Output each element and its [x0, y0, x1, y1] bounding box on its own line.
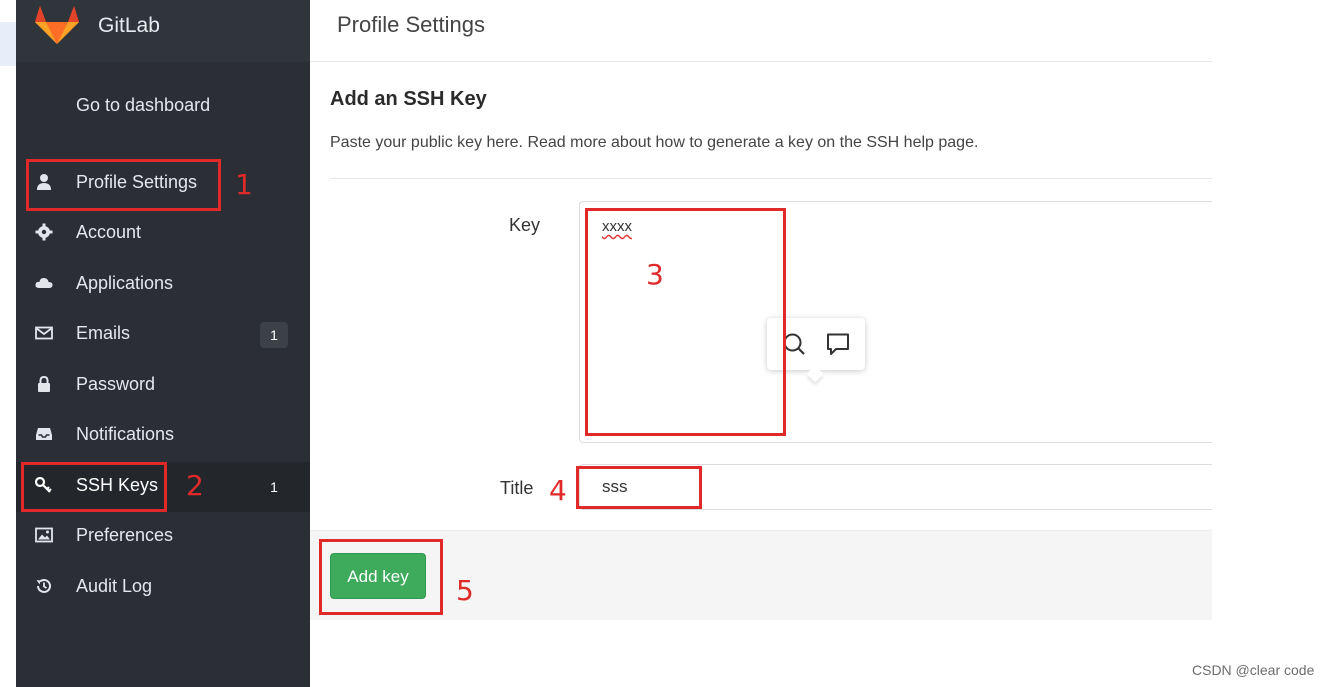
sidebar-item-label: Preferences: [76, 525, 174, 545]
title-field-label: Title: [500, 478, 534, 498]
gear-icon: [34, 223, 54, 243]
annotation-box-ssh-keys: [21, 462, 167, 512]
annotation-box-title-field: [576, 466, 702, 509]
annotation-number-1: 1: [235, 168, 253, 201]
annotation-number-4: 4: [549, 474, 567, 507]
left-edge-highlight: [0, 22, 16, 66]
sidebar-item-password[interactable]: Password: [16, 361, 310, 411]
sidebar-item-emails[interactable]: Emails 1: [16, 310, 310, 360]
annotation-number-5: 5: [456, 574, 474, 607]
history-icon: [34, 577, 54, 597]
app-name: GitLab: [98, 14, 160, 37]
sidebar-item-label: Emails: [76, 323, 131, 343]
watermark: CSDN @clear code: [1192, 662, 1315, 678]
key-field-label: Key: [509, 215, 541, 235]
sidebar-item-label: Applications: [76, 273, 174, 293]
annotation-box-key-field: [585, 208, 786, 436]
sidebar-item-account[interactable]: Account: [16, 209, 310, 259]
divider: [330, 178, 1212, 179]
annotation-number-3: 3: [646, 258, 664, 291]
annotation-number-2: 2: [186, 469, 204, 502]
sidebar: GitLab Go to dashboard Profile Settings …: [16, 0, 310, 687]
form-actions: [310, 530, 1212, 620]
sidebar-header: GitLab: [16, 0, 310, 62]
sidebar-item-label: Audit Log: [76, 576, 153, 596]
top-bar: Profile Settings: [310, 0, 1212, 62]
inbox-icon: [34, 425, 54, 445]
sidebar-item-applications[interactable]: Applications: [16, 260, 310, 310]
cloud-icon: [34, 274, 54, 294]
annotation-box-add-key: [319, 539, 443, 615]
section-description: Paste your public key here. Read more ab…: [330, 134, 979, 151]
sidebar-item-label: Account: [76, 222, 142, 242]
envelope-icon: [34, 324, 54, 344]
go-to-dashboard-link[interactable]: Go to dashboard: [76, 95, 210, 116]
gitlab-logo-icon[interactable]: [32, 2, 82, 46]
comment-icon[interactable]: [825, 331, 851, 357]
left-edge-strip: [0, 0, 16, 687]
sidebar-item-notifications[interactable]: Notifications: [16, 411, 310, 461]
sidebar-item-label: Notifications: [76, 424, 175, 444]
sidebar-item-preferences[interactable]: Preferences: [16, 512, 310, 562]
page-title: Profile Settings: [337, 12, 485, 37]
image-icon: [34, 526, 54, 546]
emails-count-badge: 1: [260, 322, 288, 348]
lock-icon: [34, 375, 54, 395]
section-heading: Add an SSH Key: [330, 88, 487, 110]
sidebar-item-label: Password: [76, 374, 156, 394]
sidebar-item-audit-log[interactable]: Audit Log: [16, 563, 310, 613]
ssh-keys-count-badge: 1: [270, 479, 278, 495]
annotation-box-profile-settings: [26, 159, 221, 211]
